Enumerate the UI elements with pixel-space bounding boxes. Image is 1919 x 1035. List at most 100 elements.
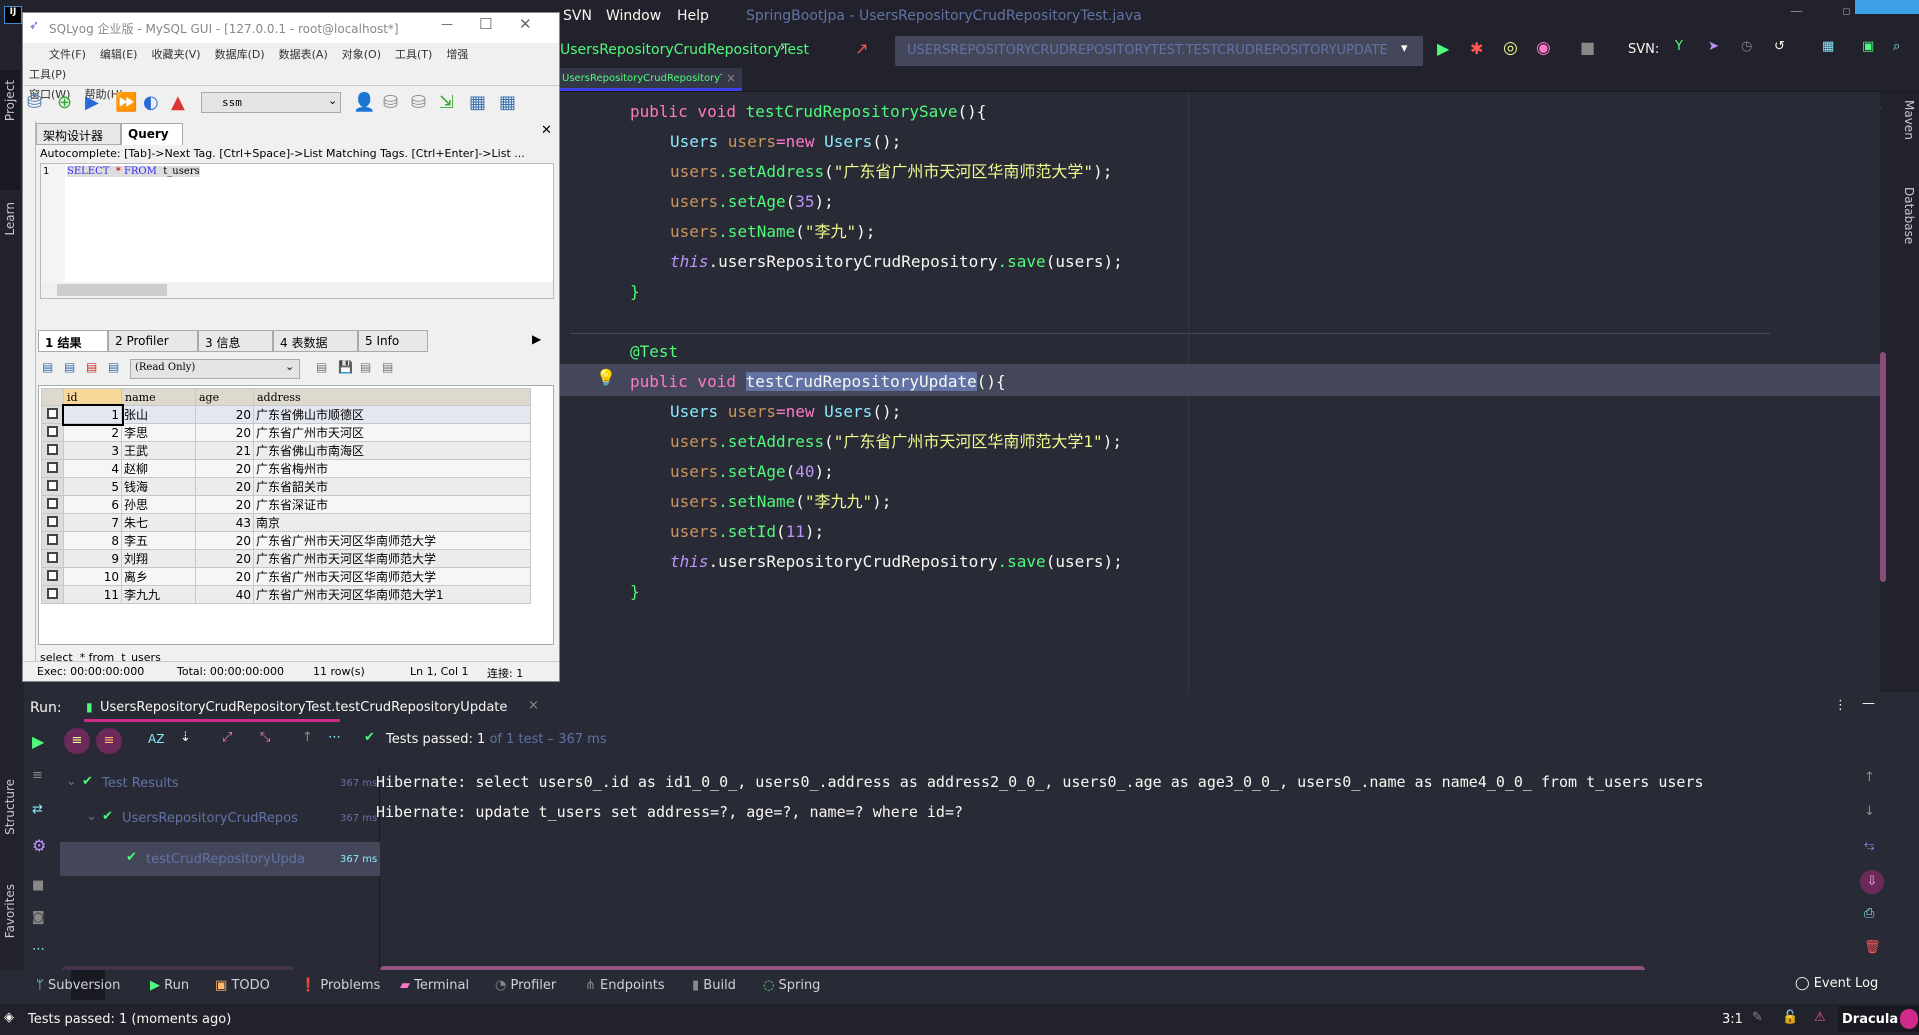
export-icon[interactable]: ▤ xyxy=(42,360,53,374)
stop-icon[interactable]: ■ xyxy=(32,878,44,893)
tool-endpoints[interactable]: ⋔ Endpoints xyxy=(585,978,665,993)
tool-terminal[interactable]: ▰ Terminal xyxy=(400,978,469,993)
tool-spring[interactable]: ◌ Spring xyxy=(763,978,820,993)
cell-age[interactable]: 21 xyxy=(195,441,254,460)
toggle-icon[interactable]: ⇄ xyxy=(32,802,43,817)
cell-id[interactable]: 9 xyxy=(63,549,122,568)
row-checkbox[interactable] xyxy=(47,461,58,473)
more-icon[interactable]: ⋯ xyxy=(328,730,341,745)
table-row[interactable]: 3 王武 21 广东省佛山市南海区 xyxy=(41,441,531,460)
restore-icon[interactable]: ⛁ xyxy=(411,92,426,113)
cell-address[interactable]: 广东省广州市天河区华南师范大学 xyxy=(253,531,531,550)
tool-profiler[interactable]: ◔ Profiler xyxy=(495,978,556,993)
trash-icon[interactable]: 🗑 xyxy=(1864,940,1881,955)
search-icon[interactable]: ⌕ xyxy=(1893,39,1900,54)
column-header-address[interactable]: address xyxy=(253,388,531,406)
tab-table-data[interactable]: 4 表数据 xyxy=(273,330,358,352)
tab-info[interactable]: 5 Info xyxy=(358,330,428,352)
cell-address[interactable]: 广东省佛山市顺德区 xyxy=(253,405,531,424)
cell-age[interactable]: 20 xyxy=(195,567,254,586)
tree-item-test-class[interactable]: ⌄ ✔ UsersRepositoryCrudRepos 367 ms xyxy=(60,805,380,833)
row-checkbox[interactable] xyxy=(47,569,58,581)
cell-id[interactable]: 4 xyxy=(63,459,122,478)
run-icon[interactable]: ▶ xyxy=(1437,39,1449,58)
menu-tools[interactable]: 工具(T) xyxy=(395,48,432,61)
table-row[interactable]: 8 李五 20 广东省广州市天河区华南师范大学 xyxy=(41,531,531,550)
tool-problems[interactable]: ❗ Problems xyxy=(300,978,380,993)
tool-maven[interactable]: Maven xyxy=(1902,100,1916,170)
import-icon[interactable]: ⇲ xyxy=(439,92,454,113)
form-icon[interactable]: ▤ xyxy=(108,360,119,374)
table-row[interactable]: 10 离乡 20 广东省广州市天河区华南师范大学 xyxy=(41,567,531,586)
previous-failed-icon[interactable]: ↑ xyxy=(302,730,313,745)
sqlyog-maximize-button[interactable]: ☐ xyxy=(479,15,492,33)
row-checkbox[interactable] xyxy=(47,497,58,509)
new-query-icon[interactable]: ⊕ xyxy=(57,92,72,113)
cursor-position[interactable]: 3:1 xyxy=(1722,1012,1743,1027)
theme-indicator[interactable]: Dracula xyxy=(1838,1006,1919,1032)
menu-help[interactable]: Help xyxy=(677,8,709,24)
row-checkbox[interactable] xyxy=(47,515,58,527)
schema-icon[interactable]: ▲ xyxy=(171,92,185,113)
add-row-icon[interactable]: ▤ xyxy=(316,360,327,374)
debug-icon[interactable]: ✱ xyxy=(1470,39,1483,58)
status-message[interactable]: Tests passed: 1 (moments ago) xyxy=(28,1012,231,1027)
sqlyog-close-button[interactable]: ✕ xyxy=(519,15,532,33)
close-run-tab-icon[interactable]: × xyxy=(528,698,539,713)
cell-id[interactable]: 1 xyxy=(61,403,124,426)
tool-learn[interactable]: Learn xyxy=(0,202,20,262)
cell-id[interactable]: 3 xyxy=(63,441,122,460)
row-checkbox[interactable] xyxy=(47,479,58,491)
cell-name[interactable]: 张山 xyxy=(121,405,196,424)
edit-pencil-icon[interactable]: ✎ xyxy=(1752,1010,1763,1025)
cell-age[interactable]: 40 xyxy=(195,585,254,604)
cell-name[interactable]: 赵柳 xyxy=(121,459,196,478)
show-ignored-icon[interactable]: ≡ xyxy=(96,728,122,754)
cell-age[interactable]: 20 xyxy=(195,459,254,478)
tab-query[interactable]: Query xyxy=(121,123,183,145)
tab-schema-designer[interactable]: 架构设计器 xyxy=(36,123,121,145)
cell-age[interactable]: 20 xyxy=(195,423,254,442)
stop-icon[interactable]: ■ xyxy=(1580,38,1595,57)
menu-file[interactable]: 文件(F) xyxy=(49,48,86,61)
grid-icon[interactable]: ▤ xyxy=(86,360,97,374)
show-passed-icon[interactable]: ≡ xyxy=(64,728,90,754)
cancel-edit-icon[interactable]: ▤ xyxy=(382,360,393,374)
minimize-button[interactable]: — xyxy=(1790,4,1803,19)
connect-icon[interactable]: ⛁ xyxy=(27,92,42,113)
row-checkbox[interactable] xyxy=(47,551,58,563)
row-checkbox[interactable] xyxy=(47,407,58,419)
table-row[interactable]: 2 李思 20 广东省广州市天河区 xyxy=(41,423,531,442)
table-row[interactable]: 7 朱七 43 南京 xyxy=(41,513,531,532)
code-editor[interactable]: public void testCrudRepositorySave(){ Us… xyxy=(560,92,1880,692)
cell-id[interactable]: 10 xyxy=(63,567,122,586)
tree-item-test-method[interactable]: ✔ testCrudRepositoryUpda 367 ms xyxy=(60,842,380,876)
more-options-icon[interactable]: ⋮ xyxy=(1834,698,1847,713)
cell-age[interactable]: 20 xyxy=(195,477,254,496)
result-grid[interactable]: id name age address 1 张山 20 广东省佛山市顺德区 2 李思 20 广… xyxy=(38,385,554,645)
expand-all-icon[interactable]: ⤢ xyxy=(222,730,232,745)
soft-wrap-icon[interactable]: ⥃ xyxy=(1864,838,1874,853)
run-tab[interactable]: ▮ UsersRepositoryCrudRepositoryTest.test… xyxy=(84,694,507,722)
editor-scrollbar[interactable] xyxy=(1880,352,1886,582)
console-output[interactable]: Hibernate: select users0_.id as id1_0_0_… xyxy=(376,772,1836,972)
query-horizontal-scrollbar[interactable] xyxy=(41,282,553,298)
clear-icon[interactable]: ≡ xyxy=(32,768,43,783)
table-data-icon[interactable]: ▦ xyxy=(469,92,486,113)
cell-name[interactable]: 朱七 xyxy=(121,513,196,532)
table-row[interactable]: 9 刘翔 20 广东省广州市天河区华南师范大学 xyxy=(41,549,531,568)
cell-id[interactable]: 2 xyxy=(63,423,122,442)
cell-name[interactable]: 孙思 xyxy=(121,495,196,514)
table-row[interactable]: 6 孙思 20 广东省深证市 xyxy=(41,495,531,514)
tab-messages[interactable]: 3 信息 xyxy=(198,330,273,352)
cell-age[interactable]: 20 xyxy=(195,531,254,550)
cell-address[interactable]: 广东省广州市天河区华南师范大学 xyxy=(253,567,531,586)
lightbulb-icon[interactable]: 💡 xyxy=(596,368,616,387)
tool-build[interactable]: ▮ Build xyxy=(692,978,736,993)
tab-scroll-right-icon[interactable]: ▶ xyxy=(532,332,541,346)
cell-address[interactable]: 广东省广州市天河区华南师范大学 xyxy=(253,549,531,568)
sort-duration-icon[interactable]: ⇣ xyxy=(180,730,191,745)
restore-button[interactable]: ▫ xyxy=(1842,4,1851,19)
tool-favorites[interactable]: Favorites xyxy=(0,884,20,984)
cell-address[interactable]: 广东省梅州市 xyxy=(253,459,531,478)
